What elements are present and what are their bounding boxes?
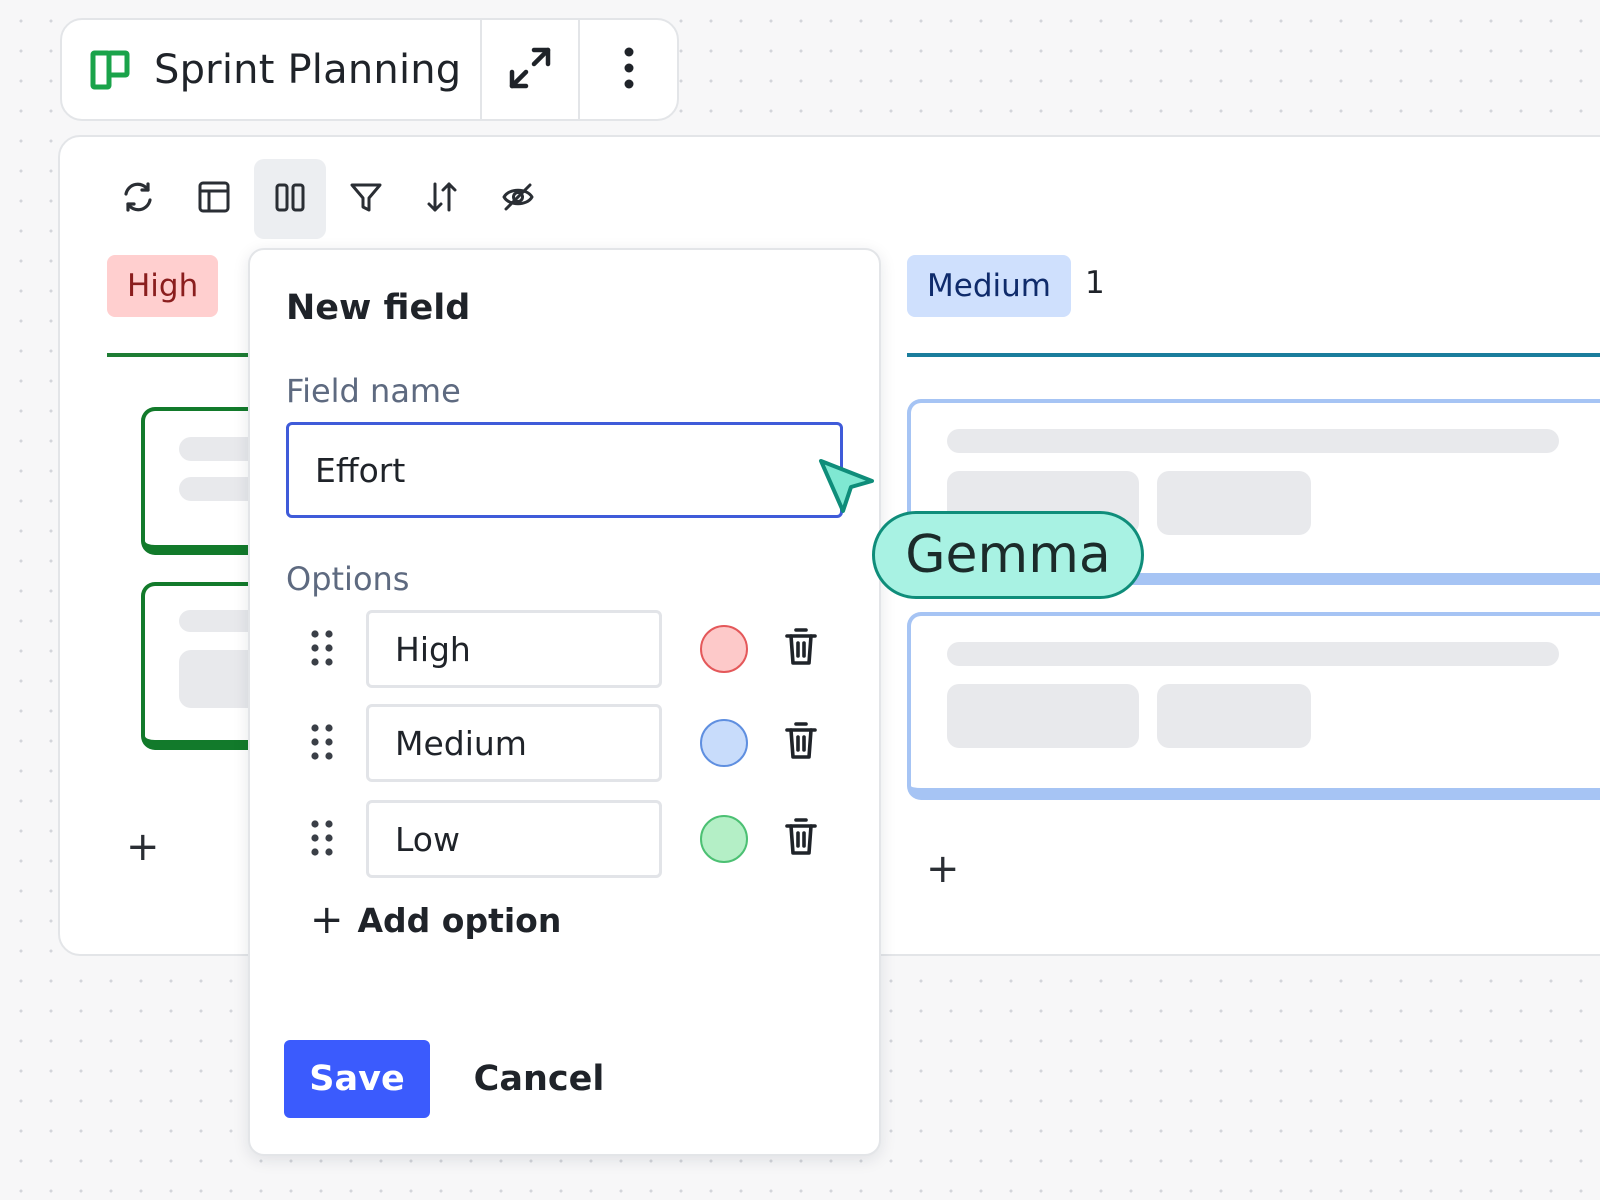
- cancel-button[interactable]: Cancel: [464, 1040, 614, 1118]
- sort-icon: [425, 180, 459, 218]
- drag-handle-icon[interactable]: [310, 628, 334, 672]
- drag-handle-icon[interactable]: [310, 818, 334, 862]
- option-input[interactable]: Low: [366, 800, 662, 878]
- plus-icon: +: [310, 897, 344, 943]
- add-card-button-high[interactable]: +: [126, 827, 160, 867]
- sort-button[interactable]: [406, 159, 478, 239]
- field-name-label: Field name: [286, 372, 461, 410]
- new-field-popover: New field Field name Effort Options High: [248, 248, 881, 1156]
- trash-icon: [785, 722, 817, 759]
- delete-option-button[interactable]: [784, 719, 818, 767]
- filter-button[interactable]: [330, 159, 402, 239]
- drag-handle-icon[interactable]: [310, 722, 334, 766]
- popover-title: New field: [286, 288, 471, 328]
- columns-icon: [273, 180, 307, 218]
- layout-button[interactable]: [178, 159, 250, 239]
- option-input[interactable]: High: [366, 610, 662, 688]
- skeleton-line: [947, 429, 1559, 453]
- delete-option-button[interactable]: [784, 815, 818, 863]
- field-name-input[interactable]: Effort: [286, 422, 843, 518]
- option-color-swatch[interactable]: [700, 625, 748, 673]
- column-divider-medium: [907, 353, 1600, 357]
- expand-icon: [506, 44, 554, 96]
- option-input[interactable]: Medium: [366, 704, 662, 782]
- columns-button[interactable]: [254, 159, 326, 239]
- refresh-button[interactable]: [102, 159, 174, 239]
- add-option-label: Add option: [357, 900, 562, 940]
- board-card[interactable]: [907, 612, 1600, 800]
- options-label: Options: [286, 560, 410, 598]
- save-button[interactable]: Save: [284, 1040, 430, 1118]
- hide-fields-button[interactable]: [482, 159, 554, 239]
- add-card-button-medium[interactable]: +: [926, 849, 960, 889]
- filter-icon: [349, 180, 383, 218]
- page-title: Sprint Planning: [154, 46, 462, 93]
- more-vertical-icon: [623, 46, 635, 94]
- option-color-swatch[interactable]: [700, 815, 748, 863]
- collaborator-cursor-icon: [818, 458, 876, 520]
- more-options-button[interactable]: [580, 20, 677, 119]
- board-title-bar: Sprint Planning: [60, 18, 679, 121]
- board-toolbar: [102, 159, 558, 239]
- column-header-medium[interactable]: Medium: [907, 255, 1071, 317]
- skeleton-line: [947, 642, 1559, 666]
- hide-icon: [501, 180, 535, 218]
- refresh-icon: [121, 180, 155, 218]
- board-title-area[interactable]: Sprint Planning: [62, 20, 482, 119]
- option-row: Medium: [286, 704, 846, 782]
- layout-icon: [197, 180, 231, 218]
- option-row: High: [286, 610, 846, 688]
- column-header-high[interactable]: High: [107, 255, 219, 317]
- skeleton-block: [1157, 684, 1311, 748]
- skeleton-block: [947, 684, 1139, 748]
- delete-option-button[interactable]: [784, 625, 818, 673]
- trash-icon: [785, 628, 817, 665]
- option-color-swatch[interactable]: [700, 719, 748, 767]
- expand-button[interactable]: [482, 20, 580, 119]
- collaborator-name-tag: Gemma: [872, 511, 1144, 599]
- skeleton-block: [1157, 471, 1311, 535]
- option-row: Low: [286, 800, 846, 878]
- board-icon: [90, 50, 130, 90]
- add-option-button[interactable]: + Add option: [310, 900, 561, 940]
- trash-icon: [785, 818, 817, 855]
- column-count-medium: 1: [1085, 265, 1105, 301]
